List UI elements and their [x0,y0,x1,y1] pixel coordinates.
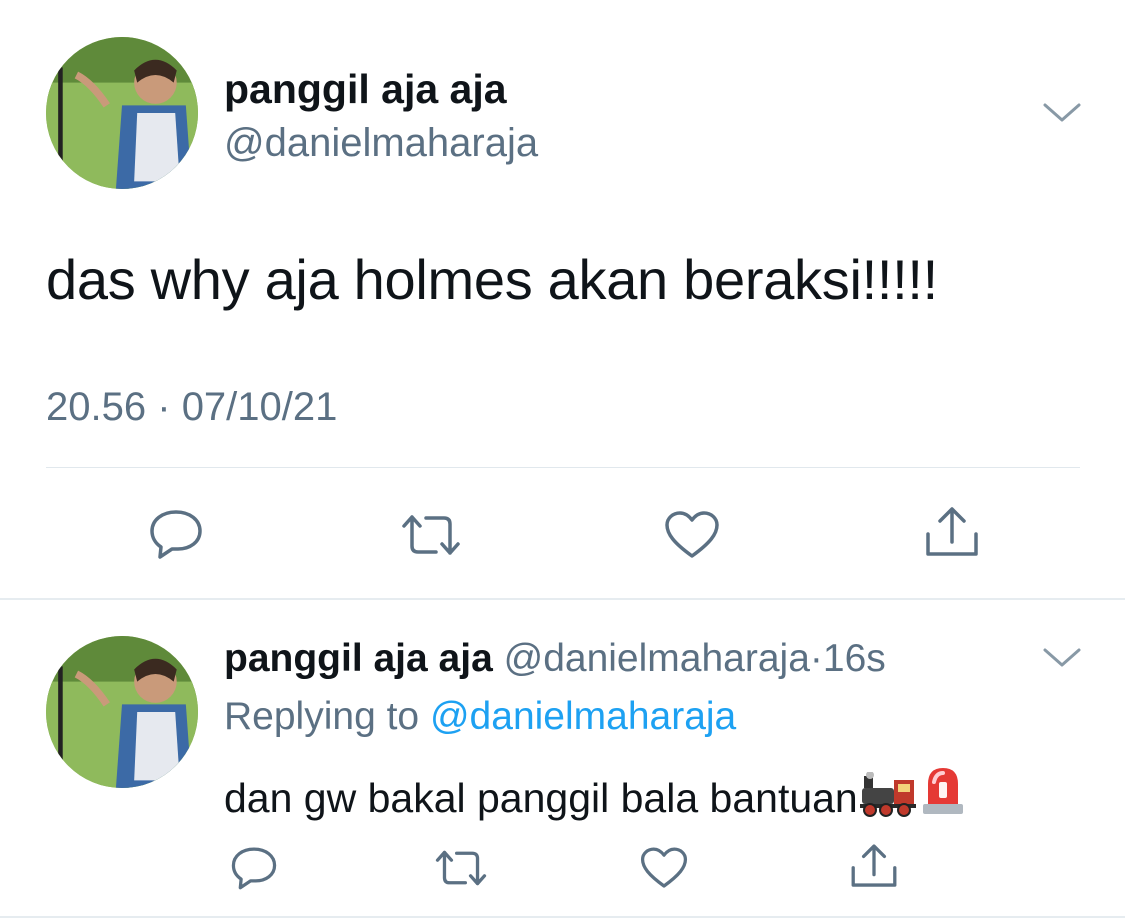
meta-separator: · [809,637,823,680]
avatar-photo-icon [46,37,198,189]
police-light-emoji [920,764,966,828]
tweet-time: 20.56 [46,385,147,429]
retweet-icon[interactable] [398,512,464,558]
avatar[interactable] [46,636,198,788]
display-name[interactable]: panggil aja aja [224,66,507,112]
reply-icon[interactable] [148,508,204,560]
tweet-text: das why aja holmes akan beraksi!!!!! [46,248,938,311]
like-icon[interactable] [640,846,688,890]
username[interactable]: @danielmaharaja [504,637,810,680]
replying-to: Replying to @danielmaharaja [224,694,736,740]
avatar-photo-icon [46,636,198,788]
username[interactable]: @danielmaharaja [224,120,538,166]
bottom-separator [0,916,1125,918]
display-name[interactable]: panggil aja aja [224,637,493,680]
like-icon[interactable] [664,510,720,560]
share-icon[interactable] [922,504,982,560]
tweet-separator [0,598,1125,600]
locomotive-emoji [859,771,918,828]
replying-label: Replying to [224,695,420,738]
tweet-text-body: dan gw bakal panggil bala bantuan [224,775,858,821]
tweet-date: 07/10/21 [181,385,338,429]
reply-header: panggil aja aja @danielmaharaja·16s [224,636,886,682]
reply-icon[interactable] [230,845,278,891]
tweet-timestamp[interactable]: 20.56 · 07/10/21 [46,384,337,430]
tweet-text: dan gw bakal panggil bala bantuan [224,764,966,828]
share-icon[interactable] [848,841,900,891]
divider [46,467,1080,468]
mention-link[interactable]: @danielmaharaja [430,695,736,738]
meta-separator: · [157,385,171,429]
avatar[interactable] [46,37,198,189]
retweet-icon[interactable] [432,848,490,888]
tweet-age[interactable]: 16s [823,637,886,680]
chevron-down-icon[interactable] [1042,100,1082,126]
chevron-down-icon[interactable] [1042,645,1082,671]
